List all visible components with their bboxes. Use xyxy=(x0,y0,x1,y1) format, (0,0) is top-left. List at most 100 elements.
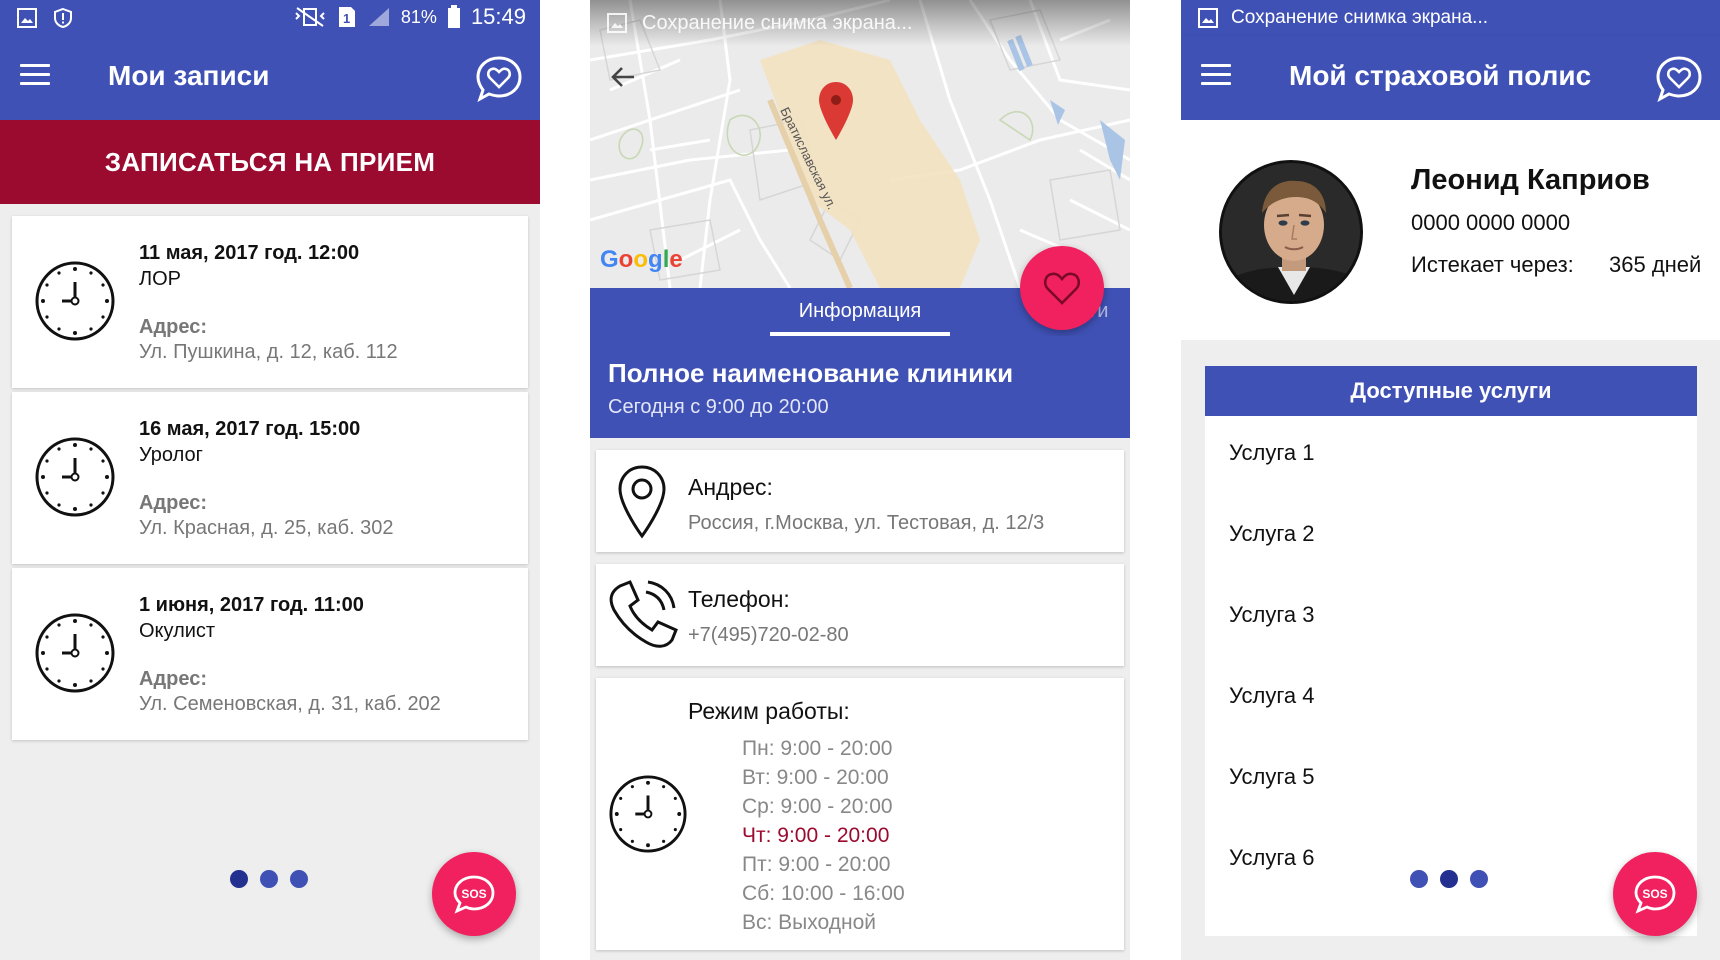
services-title: Доступные услуги xyxy=(1205,366,1697,416)
sim-icon: 1 xyxy=(338,7,355,27)
schedule-day-today: Чт: 9:00 - 20:00 xyxy=(742,824,890,847)
address-label: Андрес: xyxy=(688,474,773,500)
page-dot[interactable] xyxy=(1410,870,1428,888)
address-label: Адрес: xyxy=(139,668,207,690)
appointment-card[interactable]: 16 мая, 2017 год. 15:00 Уролог Адрес: Ул… xyxy=(12,392,528,564)
signal-icon xyxy=(368,8,389,26)
service-item[interactable]: Услуга 6 xyxy=(1229,845,1314,871)
expires-value: 365 дней xyxy=(1609,252,1702,277)
status-bar: 1 81% 15:49 xyxy=(0,0,540,36)
appointment-card[interactable]: 11 мая, 2017 год. 12:00 ЛОР Адрес: Ул. П… xyxy=(12,216,528,388)
book-appointment-button[interactable]: ЗАПИСАТЬСЯ НА ПРИЕМ xyxy=(0,120,540,204)
page-dot[interactable] xyxy=(230,870,248,888)
clinic-header: Полное наименование клиники Сегодня с 9:… xyxy=(590,336,1130,438)
sos-button[interactable]: SOS xyxy=(1613,852,1697,936)
appointment-datetime: 11 мая, 2017 год. 12:00 xyxy=(139,242,360,264)
favorite-button[interactable] xyxy=(1020,246,1104,330)
gallery-icon xyxy=(1198,8,1218,28)
page-title: Мой страховой полис xyxy=(1289,60,1592,91)
clinic-address: Россия, г.Москва, ул. Тестовая, д. 12/3 xyxy=(688,512,1045,534)
schedule-day: Вс: Выходной xyxy=(742,911,877,934)
clock-icon xyxy=(35,437,115,517)
page-indicator xyxy=(230,870,308,888)
screenshot-status-text: Сохранение снимка экрана... xyxy=(1231,7,1489,28)
service-item[interactable]: Услуга 1 xyxy=(1229,440,1314,466)
clinic-screen: Братиславская ул. Сохранение снимка экра… xyxy=(590,0,1130,960)
back-arrow-icon[interactable] xyxy=(608,62,638,92)
schedule-card: Режим работы: Пн: 9:00 - 20:00 Вт: 9:00 … xyxy=(596,678,1124,950)
schedule-label: Режим работы: xyxy=(688,698,850,724)
expires-label: Истекает через: xyxy=(1411,252,1574,277)
status-bar: Сохранение снимка экрана... xyxy=(1181,0,1720,36)
service-item[interactable]: Услуга 4 xyxy=(1229,683,1314,709)
insurance-policy-screen: Сохранение снимка экрана... Мой страхово… xyxy=(1181,0,1720,960)
phone-icon xyxy=(609,580,678,648)
appointment-specialty: Уролог xyxy=(139,444,203,466)
sos-label: SOS xyxy=(461,887,486,901)
gallery-icon xyxy=(607,13,627,33)
appointment-specialty: ЛОР xyxy=(139,268,182,290)
clock-time: 15:49 xyxy=(470,4,526,29)
services-panel: Доступные услуги Услуга 1 Услуга 2 Услуг… xyxy=(1205,366,1697,936)
menu-icon[interactable] xyxy=(20,64,50,88)
appointment-datetime: 16 мая, 2017 год. 15:00 xyxy=(139,418,361,440)
page-dot[interactable] xyxy=(1440,870,1458,888)
schedule-day: Вт: 9:00 - 20:00 xyxy=(742,766,889,789)
gallery-icon xyxy=(17,8,37,28)
app-bar: Мои записи xyxy=(0,36,540,120)
svg-text:1: 1 xyxy=(343,11,350,26)
vibrate-icon xyxy=(295,7,325,27)
appointment-address: Ул. Семеновская, д. 31, каб. 202 xyxy=(139,693,441,715)
google-logo: Google xyxy=(600,246,683,273)
appointment-address: Ул. Пушкина, д. 12, каб. 112 xyxy=(139,341,398,363)
schedule-day: Сб: 10:00 - 16:00 xyxy=(742,882,905,905)
heart-chat-icon[interactable] xyxy=(1654,54,1704,104)
profile-section: Леонид Каприов 0000 0000 0000 Истекает ч… xyxy=(1181,120,1720,340)
avatar xyxy=(1219,160,1363,304)
map-view[interactable]: Братиславская ул. Сохранение снимка экра… xyxy=(590,0,1130,288)
appointment-address: Ул. Красная, д. 25, каб. 302 xyxy=(139,517,394,539)
phone-label: Телефон: xyxy=(688,586,790,612)
schedule-day: Ср: 9:00 - 20:00 xyxy=(742,795,893,818)
service-item[interactable]: Услуга 2 xyxy=(1229,521,1314,547)
address-card[interactable]: Андрес: Россия, г.Москва, ул. Тестовая, … xyxy=(596,450,1124,552)
schedule-list: Пн: 9:00 - 20:00 Вт: 9:00 - 20:00 Ср: 9:… xyxy=(742,734,905,937)
clinic-name: Полное наименование клиники xyxy=(608,358,1014,388)
address-label: Адрес: xyxy=(139,492,207,514)
page-indicator xyxy=(1410,870,1488,888)
policy-number: 0000 0000 0000 xyxy=(1411,210,1571,235)
sos-icon: SOS xyxy=(1634,875,1676,914)
phone-card[interactable]: Телефон: +7(495)720-02-80 xyxy=(596,564,1124,666)
clock-icon xyxy=(609,775,687,853)
heart-icon xyxy=(1043,272,1081,305)
address-label: Адрес: xyxy=(139,316,207,338)
shield-alert-icon xyxy=(54,7,72,29)
appointment-datetime: 1 июня, 2017 год. 11:00 xyxy=(139,594,364,616)
battery-icon xyxy=(447,5,460,28)
sos-button[interactable]: SOS xyxy=(432,852,516,936)
page-dot[interactable] xyxy=(1470,870,1488,888)
sos-icon: SOS xyxy=(453,875,495,914)
clinic-today-hours: Сегодня с 9:00 до 20:00 xyxy=(608,396,829,418)
menu-icon[interactable] xyxy=(1201,64,1231,88)
service-item[interactable]: Услуга 5 xyxy=(1229,764,1314,790)
tab-information[interactable]: Информация xyxy=(770,300,950,323)
page-dot[interactable] xyxy=(290,870,308,888)
schedule-day: Пт: 9:00 - 20:00 xyxy=(742,853,891,876)
clock-icon xyxy=(35,261,115,341)
policy-holder-name: Леонид Каприов xyxy=(1411,164,1650,196)
clinic-phone[interactable]: +7(495)720-02-80 xyxy=(688,624,849,647)
location-pin-icon xyxy=(618,465,666,539)
appointments-screen: 1 81% 15:49 Мои записи ЗАПИСАТЬСЯ НА ПРИ… xyxy=(0,0,540,960)
heart-chat-icon[interactable] xyxy=(474,54,524,104)
schedule-day: Пн: 9:00 - 20:00 xyxy=(742,737,893,760)
clock-icon xyxy=(35,613,115,693)
appointment-specialty: Окулист xyxy=(139,620,216,642)
appointment-card[interactable]: 1 июня, 2017 год. 11:00 Окулист Адрес: У… xyxy=(12,568,528,740)
app-bar: Мой страховой полис xyxy=(1181,36,1720,120)
service-item[interactable]: Услуга 3 xyxy=(1229,602,1314,628)
sos-label: SOS xyxy=(1642,887,1667,901)
page-dot[interactable] xyxy=(260,870,278,888)
battery-percent: 81% xyxy=(400,6,437,27)
screenshot-status-text: Сохранение снимка экрана... xyxy=(642,12,913,34)
